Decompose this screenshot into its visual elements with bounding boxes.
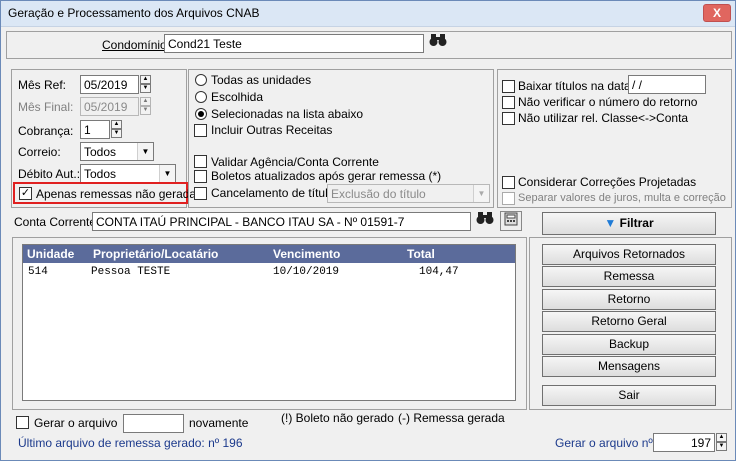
table-header: Unidade Proprietário/Locatário Venciment… [23,245,515,263]
cancelamento-label: Cancelamento de título [211,186,335,200]
window-title: Geração e Processamento dos Arquivos CNA… [8,6,260,20]
todas-label: Todas as unidades [211,73,312,87]
baixar-label: Baixar títulos na data: [518,79,635,93]
cell-vencimento: 10/10/2019 [273,266,340,278]
cell-unidade: 514 [28,266,48,278]
cobranca-label: Cobrança: [18,124,74,138]
legend-remessa: (-) Remessa gerada [398,411,505,425]
mensagens-button[interactable]: Mensagens [542,356,716,377]
cancelamento-checkbox[interactable] [194,187,207,200]
chevron-down-icon[interactable]: ▼ [159,165,175,182]
boletos-checkbox[interactable] [194,170,207,183]
sair-button[interactable]: Sair [542,385,716,406]
legend-boleto: (!) Boleto não gerado [281,411,394,425]
baixar-date-input[interactable]: / / [628,75,706,94]
separar-checkbox[interactable] [502,192,515,205]
gerar-numero-spinner[interactable]: ▲ ▼ [716,433,727,452]
title-bar: Geração e Processamento dos Arquivos CNA… [1,1,735,27]
escolhida-label: Escolhida [211,90,264,104]
chevron-down-icon[interactable]: ▼ [137,143,153,160]
incluir-label: Incluir Outras Receitas [211,123,333,137]
cancelamento-value: Exclusão do título [331,187,426,201]
ultimo-arquivo-label: Último arquivo de remessa gerado: nº 196 [18,436,243,450]
validar-checkbox[interactable] [194,155,207,168]
selecionadas-label: Selecionadas na lista abaixo [211,107,364,121]
condominio-label: Condomínio: [102,38,171,52]
mes-final-spinner[interactable]: ▲ ▼ [140,97,151,116]
units-table[interactable]: Unidade Proprietário/Locatário Venciment… [22,244,516,401]
escolhida-radio[interactable] [195,91,207,103]
nao-verificar-checkbox[interactable] [502,96,515,109]
selecionadas-radio[interactable] [195,108,207,120]
mes-ref-label: Mês Ref: [18,78,67,92]
cancelamento-select[interactable]: Exclusão do título ▼ [327,184,490,203]
gerar-numero-input[interactable]: 197 [653,433,715,452]
binoculars-icon[interactable] [474,211,496,231]
gerar-label: Gerar o arquivo [34,416,118,430]
cnab-window: Geração e Processamento dos Arquivos CNA… [0,0,736,461]
correio-value: Todos [84,145,117,159]
conta-input[interactable]: CONTA ITAÚ PRINCIPAL - BANCO ITAU SA - N… [92,212,471,231]
filtrar-button[interactable]: ▼ Filtrar [542,212,716,235]
backup-button[interactable]: Backup [542,334,716,355]
boletos-label: Boletos atualizados após gerar remessa (… [211,169,442,183]
mes-ref-spinner[interactable]: ▲ ▼ [140,75,151,94]
gerar-numero-label: Gerar o arquivo nº: [555,436,657,450]
considerar-checkbox[interactable] [502,176,515,189]
cell-proprietario: Pessoa TESTE [91,266,171,278]
gerar-input[interactable] [123,414,184,433]
calculator-icon[interactable] [500,211,522,231]
table-row[interactable]: 514 Pessoa TESTE 10/10/2019 104,47 [23,265,515,281]
todas-radio[interactable] [195,74,207,86]
chevron-down-icon[interactable]: ▼ [473,185,489,202]
incluir-checkbox[interactable] [194,124,207,137]
column-header-proprietario[interactable]: Proprietário/Locatário [93,247,218,261]
close-button[interactable]: X [703,4,731,22]
correio-select[interactable]: Todos ▼ [80,142,154,161]
baixar-checkbox[interactable] [502,80,515,93]
retorno-button[interactable]: Retorno [542,289,716,310]
remessa-button[interactable]: Remessa [542,266,716,287]
mes-final-label: Mês Final: [18,100,74,114]
cobranca-input[interactable]: 1 [80,120,110,139]
condominio-input[interactable]: Cond21 Teste [164,34,424,53]
column-header-unidade[interactable]: Unidade [27,247,74,261]
retorno-geral-button[interactable]: Retorno Geral [542,311,716,332]
debito-select[interactable]: Todos ▼ [80,164,176,183]
conta-label: Conta Corrente: [14,215,100,229]
filtrar-label: Filtrar [619,216,654,230]
nao-utilizar-label: Não utilizar rel. Classe<->Conta [518,111,689,125]
cell-total: 104,47 [419,266,459,278]
separar-label: Separar valores de juros, multa e correç… [518,192,726,204]
debito-label: Débito Aut.: [18,167,81,181]
validar-label: Validar Agência/Conta Corrente [211,155,379,169]
mes-ref-input[interactable]: 05/2019 [80,75,139,94]
considerar-label: Considerar Correções Projetadas [518,175,697,189]
apenas-label: Apenas remessas não geradas [36,187,203,201]
gerar-checkbox[interactable] [16,416,29,429]
filter-icon: ▼ [604,216,617,230]
nao-verificar-label: Não verificar o número do retorno [518,95,698,109]
novamente-label: novamente [189,416,249,430]
cobranca-spinner[interactable]: ▲ ▼ [111,120,122,139]
column-header-total[interactable]: Total [407,247,435,261]
correio-label: Correio: [18,145,61,159]
mes-final-input[interactable]: 05/2019 [80,97,139,116]
arquivos-retornados-button[interactable]: Arquivos Retornados [542,244,716,265]
column-header-vencimento[interactable]: Vencimento [273,247,340,261]
nao-utilizar-checkbox[interactable] [502,112,515,125]
debito-value: Todos [84,167,117,181]
binoculars-icon[interactable] [427,33,449,53]
apenas-checkbox[interactable]: ✓ [19,187,32,200]
